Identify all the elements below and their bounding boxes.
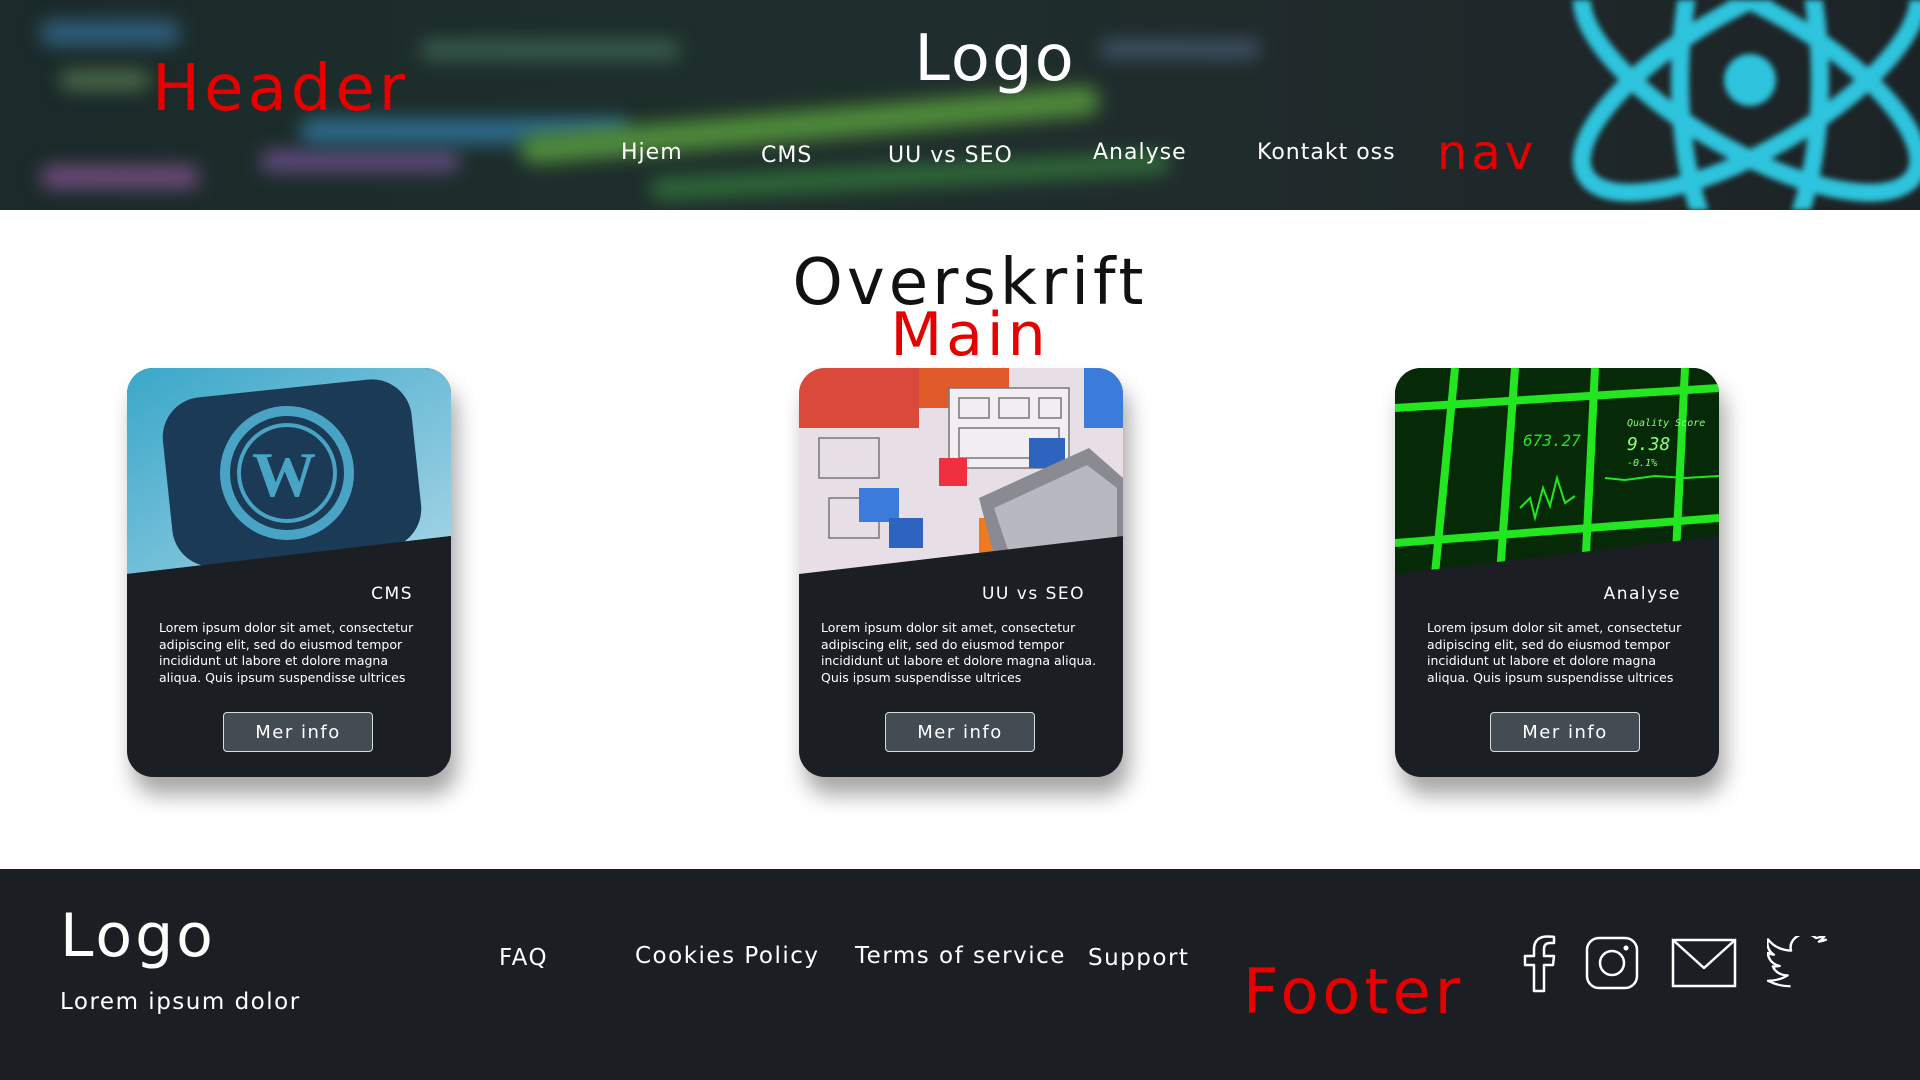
instagram-icon[interactable] — [1585, 936, 1639, 990]
twitter-icon[interactable] — [1767, 936, 1829, 990]
analytics-dashboard-image: 673.27 Quality Score 9.38 -0.1% — [1395, 368, 1719, 574]
nav-item-uu-vs-seo[interactable]: UU vs SEO — [888, 143, 1013, 168]
mer-info-button[interactable]: Mer info — [885, 712, 1035, 752]
card-cms: W CMS Lorem ipsum dolor sit amet, consec… — [127, 368, 451, 777]
mer-info-button[interactable]: Mer info — [223, 712, 373, 752]
nav-item-analyse[interactable]: Analyse — [1093, 140, 1187, 165]
nav-item-kontakt-oss[interactable]: Kontakt oss — [1257, 140, 1396, 165]
svg-text:673.27: 673.27 — [1523, 431, 1581, 450]
svg-text:Quality Score: Quality Score — [1627, 418, 1705, 429]
nav-item-hjem[interactable]: Hjem — [621, 140, 683, 165]
card-title: Analyse — [1603, 584, 1681, 604]
nav-annotation-label: nav — [1437, 125, 1538, 181]
card-uu-vs-seo: UU vs SEO Lorem ipsum dolor sit amet, co… — [799, 368, 1123, 777]
footer-link-cookies-policy[interactable]: Cookies Policy — [635, 943, 820, 969]
card-title: UU vs SEO — [981, 584, 1085, 604]
main-annotation-label: Main — [890, 300, 1050, 370]
footer-link-terms-of-service[interactable]: Terms of service — [855, 943, 1066, 969]
card-analyse: 673.27 Quality Score 9.38 -0.1% Analyse … — [1395, 368, 1719, 777]
card-title: CMS — [371, 584, 413, 604]
footer-annotation-label: Footer — [1243, 955, 1465, 1028]
footer-tagline: Lorem ipsum dolor — [60, 989, 301, 1015]
footer-link-faq[interactable]: FAQ — [499, 945, 548, 971]
main-nav: Hjem CMS UU vs SEO Analyse Kontakt oss — [0, 140, 1920, 180]
footer-logo[interactable]: Logo — [60, 901, 216, 971]
card-text: Lorem ipsum dolor sit amet, consectetur … — [159, 620, 414, 685]
card-text: Lorem ipsum dolor sit amet, consectetur … — [1427, 620, 1682, 685]
facebook-icon[interactable] — [1522, 935, 1556, 993]
wireframe-sketch-image — [799, 368, 1123, 574]
svg-text:9.38: 9.38 — [1627, 434, 1670, 455]
wordpress-image: W — [127, 368, 451, 574]
footer: Logo Lorem ipsum dolor FAQ Cookies Polic… — [0, 869, 1920, 1080]
header: Logo Header Hjem CMS UU vs SEO Analyse K… — [0, 0, 1920, 210]
nav-item-cms[interactable]: CMS — [761, 143, 812, 168]
footer-link-support[interactable]: Support — [1088, 945, 1189, 971]
mail-icon[interactable] — [1671, 938, 1737, 988]
mer-info-button[interactable]: Mer info — [1490, 712, 1640, 752]
svg-text:-0.1%: -0.1% — [1627, 458, 1657, 469]
header-annotation-label: Header — [152, 52, 410, 126]
card-text: Lorem ipsum dolor sit amet, consectetur … — [821, 620, 1097, 685]
svg-text:W: W — [252, 439, 316, 510]
